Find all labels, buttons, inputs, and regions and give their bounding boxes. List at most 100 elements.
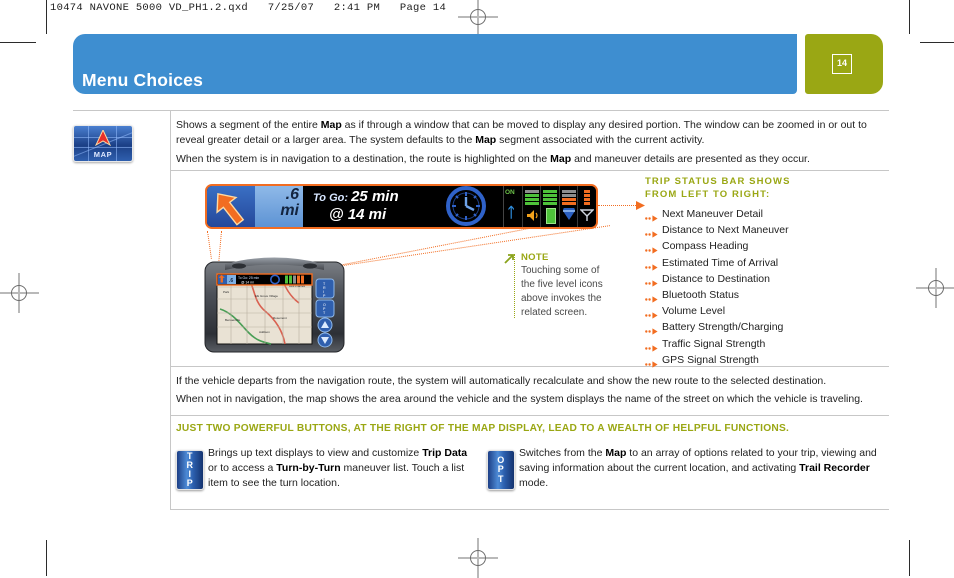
trip-desc-turnbyturn: Turn-by-Turn	[276, 462, 341, 474]
bullet-arrow-icon	[645, 292, 658, 303]
bat-bar-3	[543, 198, 558, 201]
slug-line: 10474 NAVONE 5000 VD_PH1.2.qxd 7/25/07 2…	[50, 2, 447, 14]
status-togo-time: 25 min	[351, 188, 399, 205]
trip-desc-tripdata: Trip Data	[422, 447, 468, 459]
intro-paragraph-1: Shows a segment of the entire Map as if …	[176, 118, 880, 148]
trip-status-heading: TRIP STATUS BAR SHOWS FROM LEFT TO RIGHT…	[645, 176, 895, 201]
opt-desc-e: mode.	[519, 477, 549, 489]
status-togo-label: To Go:	[313, 192, 349, 204]
status-togo-row2: @ 14 mi	[329, 206, 386, 223]
bullet-arrow-icon	[645, 341, 658, 352]
vol-bar-3	[524, 198, 539, 201]
list-item-label: Bluetooth Status	[662, 289, 740, 302]
status-speaker-icon	[526, 210, 538, 221]
list-item-label: Volume Level	[662, 305, 726, 318]
list-item-label: Traffic Signal Strength	[662, 337, 766, 350]
list-item: GPS Signal Strength	[645, 352, 895, 368]
list-item: Battery Strength/Charging	[645, 319, 895, 336]
rule-under-header	[73, 110, 889, 111]
svg-text:To Go: 25 min: To Go: 25 min	[238, 276, 259, 280]
trim-line-left	[46, 0, 47, 34]
list-item-label: Distance to Next Maneuver	[662, 224, 789, 237]
list-item-label: Compass Heading	[662, 240, 749, 253]
opt-button-description: Switches from the Map to an array of opt…	[519, 446, 884, 491]
status-togo-row1: To Go: 25 min	[313, 188, 399, 205]
trim-line-top-right	[920, 42, 954, 43]
trip-status-list: TRIP STATUS BAR SHOWS FROM LEFT TO RIGHT…	[645, 176, 895, 368]
map-icon-label: MAP	[93, 150, 113, 159]
trim-line-right	[909, 0, 910, 34]
intro-p1-a: Shows a segment of the entire	[176, 119, 321, 131]
page-title: Menu Choices	[82, 70, 204, 90]
status-volume-cell	[523, 186, 542, 227]
note-text: Touching some of the five level icons ab…	[521, 265, 603, 318]
trip-button-char-4: P	[186, 478, 194, 489]
status-togo-at: @	[329, 206, 344, 223]
status-next-maneuver-icon	[207, 186, 255, 227]
page-number: 14	[836, 58, 847, 68]
list-item-label: Distance to Destination	[662, 272, 770, 285]
bullet-arrow-icon	[645, 227, 658, 238]
vol-bar-4	[524, 202, 539, 205]
opt-desc-map: Map	[605, 447, 627, 459]
list-item: Volume Level	[645, 303, 895, 319]
note-accent-rule	[514, 254, 515, 318]
trip-status-heading-line2: FROM LEFT TO RIGHT:	[645, 188, 771, 200]
map-menu-icon[interactable]: MAP	[73, 125, 133, 162]
list-item: Bluetooth Status	[645, 287, 895, 303]
registration-mark-top	[458, 0, 498, 37]
trip-button[interactable]: T R I P	[176, 450, 204, 490]
trip-status-items: Next Maneuver Detail Distance to Next Ma…	[645, 206, 895, 368]
status-gps-cell	[578, 186, 596, 227]
status-togo-panel: To Go: 25 min @ 14 mi	[303, 186, 429, 227]
intro-p2-a: When the system is in navigation to a de…	[176, 153, 551, 165]
trim-line-top-left	[0, 42, 36, 43]
outro-paragraph-2: When not in navigation, the map shows th…	[176, 393, 863, 405]
status-battery-cell	[541, 186, 560, 227]
bullet-arrow-icon	[645, 276, 658, 287]
status-compass-heading-clock	[429, 186, 503, 227]
registration-mark-bottom	[458, 538, 498, 578]
status-distance-value: .6	[285, 186, 299, 203]
svg-text:Bensenville: Bensenville	[225, 318, 241, 322]
trip-status-bar-enlarged: .6 mi To Go: 25 min @ 14 mi ON ᛏ	[205, 184, 598, 229]
intro-p1-e: segment associated with the current acti…	[496, 134, 705, 146]
status-traffic-icon	[562, 208, 575, 220]
traf-bar-2	[561, 194, 576, 197]
gps-bar-3	[584, 198, 591, 201]
list-item-label: Next Maneuver Detail	[662, 208, 763, 220]
vol-bar-2	[524, 194, 539, 197]
svg-text:Rosemont: Rosemont	[273, 316, 287, 320]
list-item: Traffic Signal Strength	[645, 336, 895, 352]
intro-p2-c: and maneuver details are presented as th…	[571, 153, 810, 165]
gps-bar-2	[584, 194, 591, 197]
status-bluetooth-cell: ON ᛏ	[504, 186, 523, 227]
svg-text:@ 14 mi: @ 14 mi	[241, 280, 254, 284]
bat-bar-1	[543, 190, 558, 193]
list-item: Distance to Next Maneuver	[645, 222, 895, 238]
status-togo-distance: 14 mi	[347, 206, 387, 223]
trim-line-left-lower	[46, 540, 47, 576]
status-distance-to-maneuver: .6 mi	[255, 186, 303, 227]
traf-bar-3	[561, 198, 576, 201]
trip-status-heading-line1: TRIP STATUS BAR SHOWS	[645, 176, 791, 187]
outro-paragraph-1: If the vehicle departs from the navigati…	[176, 375, 827, 387]
registration-mark-right	[916, 268, 954, 308]
opt-button[interactable]: O P T	[487, 450, 515, 490]
gps-bar-1	[584, 190, 591, 193]
trip-button-description: Brings up text displays to view and cust…	[208, 446, 478, 491]
bat-bar-2	[543, 194, 558, 197]
status-satellite-icon	[580, 209, 595, 221]
status-traffic-cell	[560, 186, 579, 227]
bullet-arrow-icon	[645, 260, 658, 271]
opt-desc-a: Switches from the	[519, 447, 606, 459]
svg-text:.6: .6	[229, 278, 233, 284]
list-item: Distance to Destination	[645, 271, 895, 287]
intro-p1-map-1: Map	[320, 119, 342, 131]
list-item: Compass Heading	[645, 238, 895, 255]
svg-text:Addison: Addison	[259, 330, 270, 334]
bat-bar-4	[543, 202, 558, 205]
callout-headline: JUST TWO POWERFUL BUTTONS, AT THE RIGHT …	[176, 423, 790, 434]
bullet-arrow-icon	[645, 324, 658, 336]
status-distance-unit: mi	[280, 202, 299, 219]
